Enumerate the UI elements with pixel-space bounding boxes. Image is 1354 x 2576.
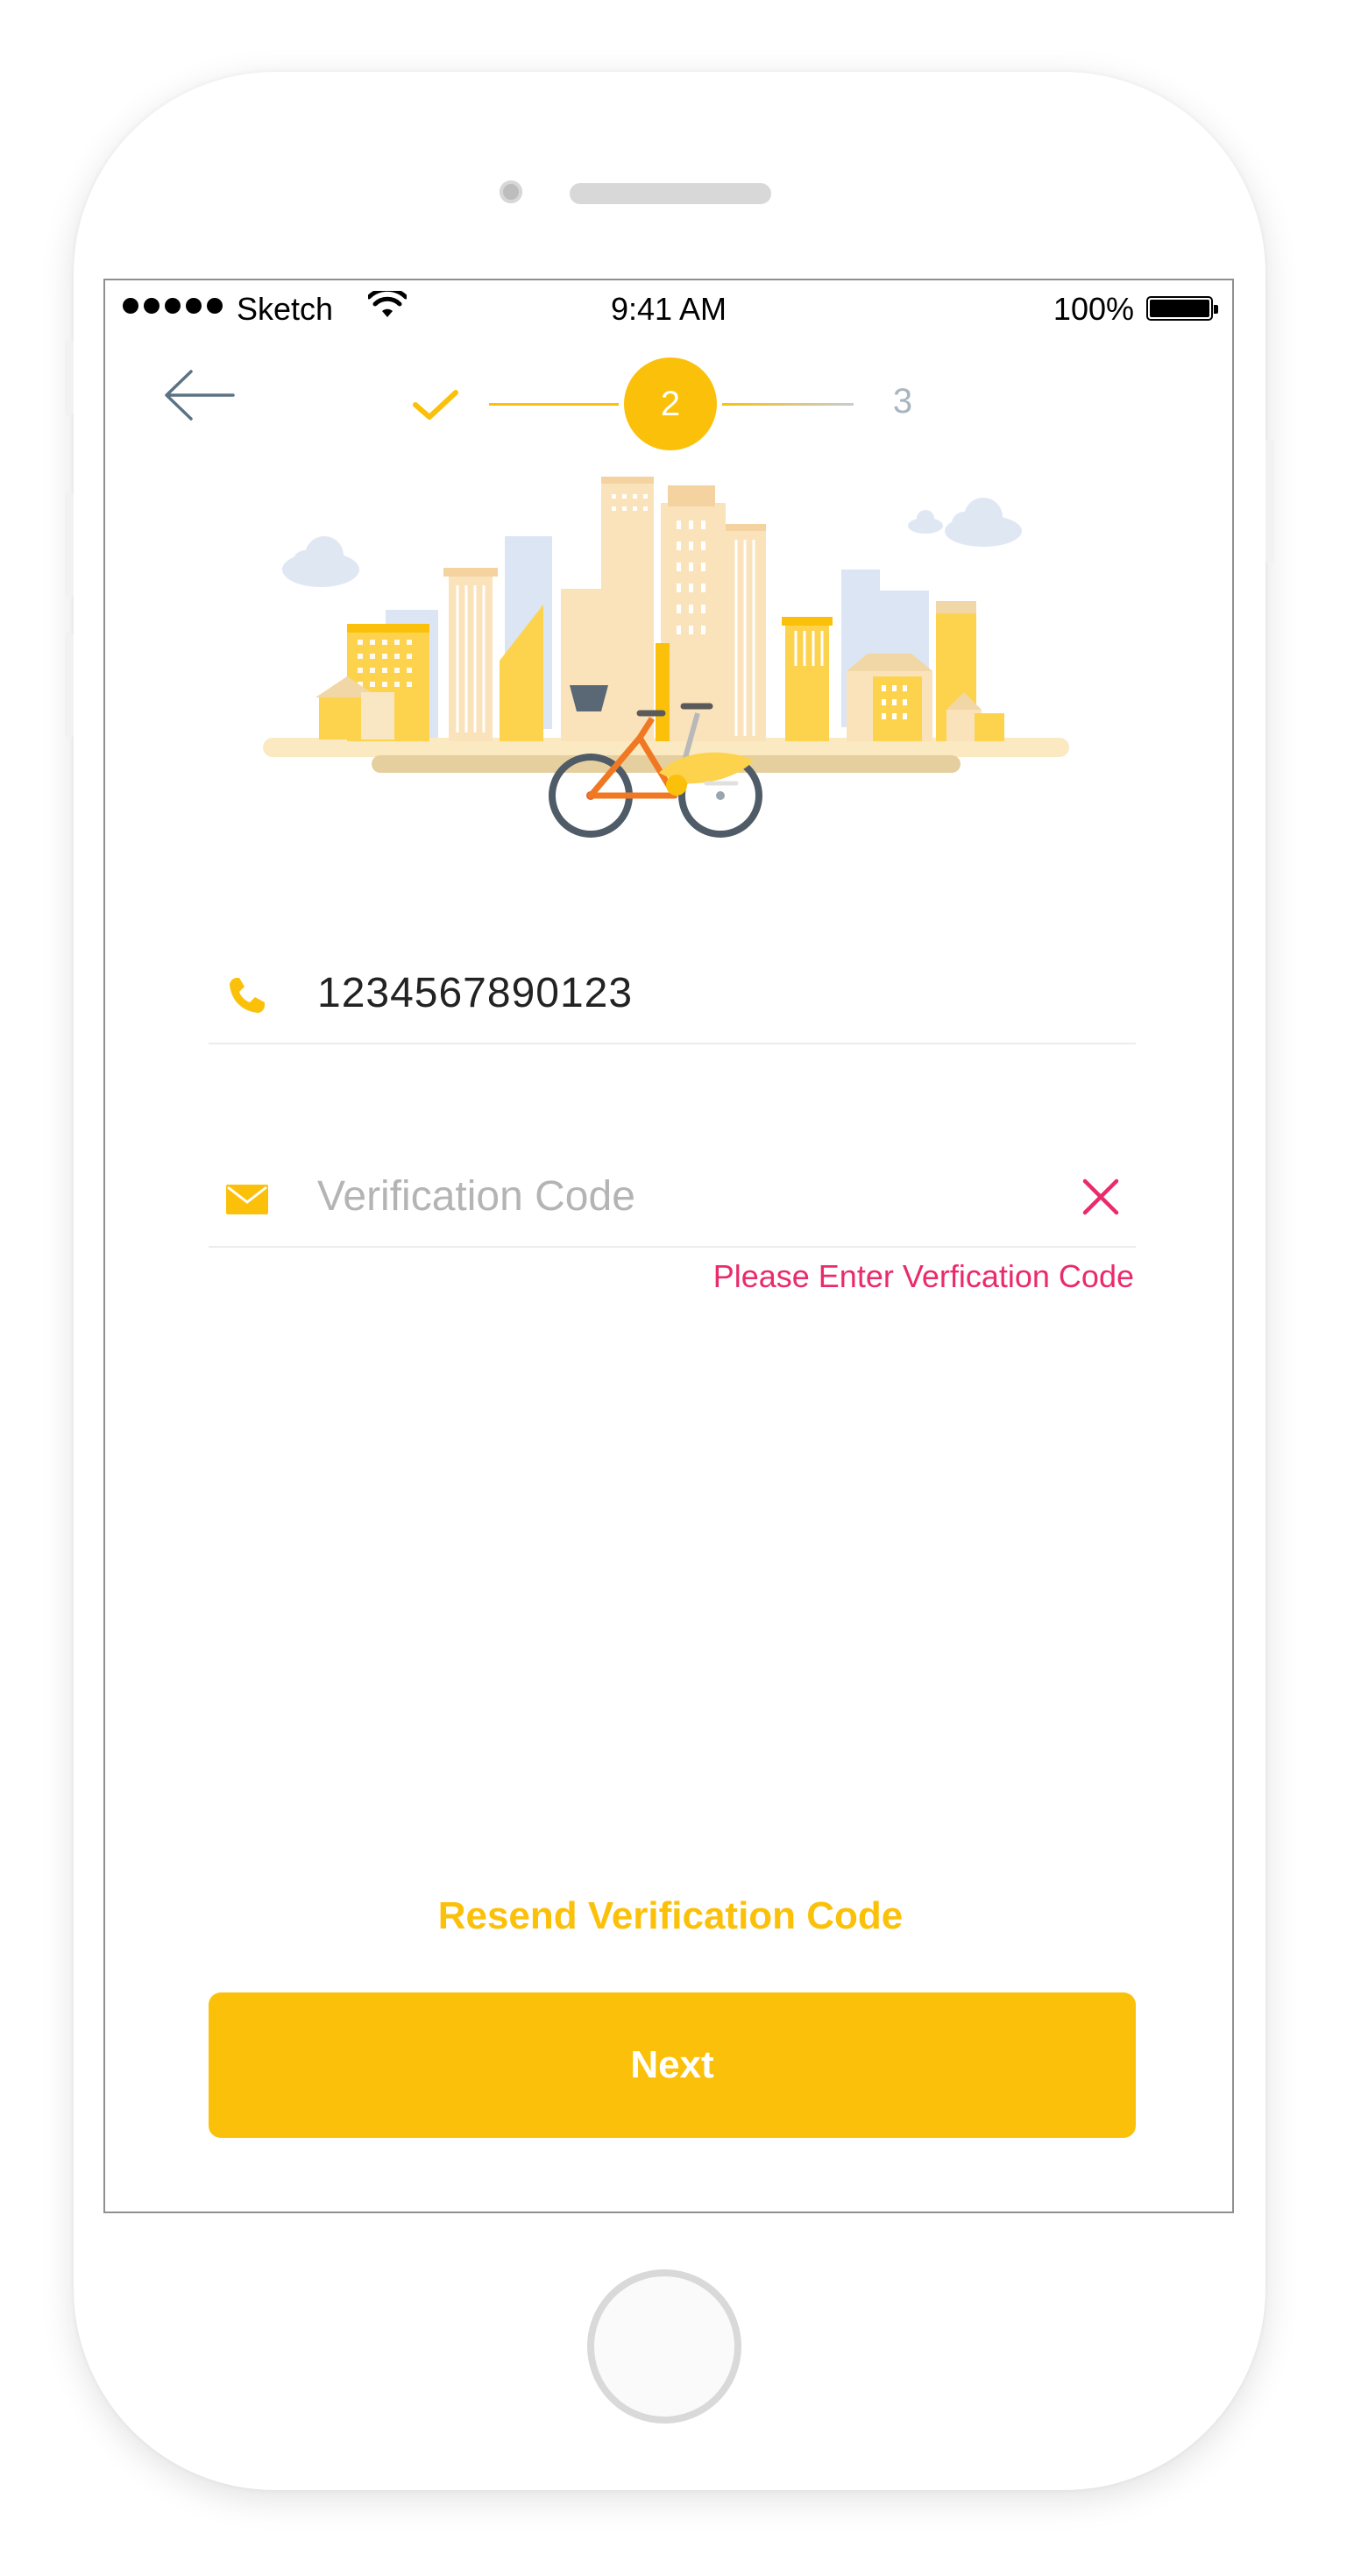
city-bike-illustration [263, 477, 1069, 838]
current-step-indicator: 2 [624, 357, 717, 450]
phone-icon [230, 978, 265, 1013]
phone-number-value: 1234567890123 [317, 970, 634, 1016]
next-button[interactable]: Next [209, 1992, 1136, 2138]
speaker-grille [570, 183, 771, 204]
status-bar: Sketch 9:41 AM 100% [105, 280, 1232, 340]
power-button [1265, 440, 1274, 563]
volume-down-button [65, 633, 74, 738]
phone-number-field[interactable]: 1234567890123 [209, 946, 1136, 1044]
verification-code-placeholder: Verification Code [317, 1173, 635, 1220]
next-step-indicator: 3 [892, 382, 913, 421]
close-icon[interactable] [1081, 1178, 1120, 1216]
battery-icon [1146, 296, 1218, 321]
step-connector-completed [489, 403, 619, 406]
volume-up-button [65, 492, 74, 598]
checkmark-icon [413, 390, 458, 420]
home-button[interactable] [587, 2269, 741, 2424]
app-screen: Sketch 9:41 AM 100% 2 3 1234567890123 Ve… [103, 279, 1234, 2213]
verification-code-field[interactable]: Verification Code [209, 1150, 1136, 1248]
envelope-icon [226, 1185, 268, 1214]
step-connector-pending [722, 403, 854, 406]
front-camera-icon [500, 180, 522, 203]
progress-stepper: 2 3 [105, 356, 1232, 452]
side-button [65, 340, 74, 415]
battery-percentage: 100% [1053, 291, 1134, 327]
verification-error-message: Please Enter Verfication Code [712, 1258, 1134, 1294]
resend-code-link[interactable]: Resend Verification Code [105, 1894, 1232, 1938]
